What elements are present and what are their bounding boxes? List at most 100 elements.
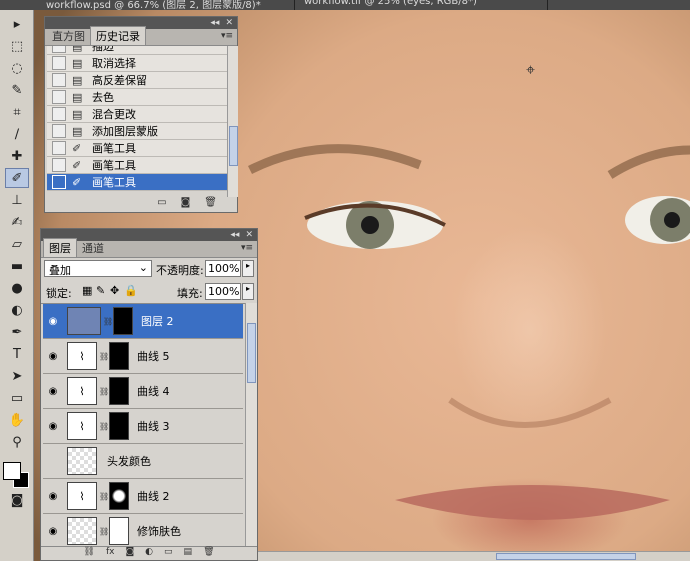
document-icon: ▤: [72, 46, 83, 53]
layer-thumbnail: [67, 307, 101, 335]
history-list: ▤ 描边 ▤ 取消选择 ▤ 高反差保留 ▤ 去色 ▤ 混合更改 ▤ 添加图层蒙版 ✐ 画笔工具…: [45, 46, 227, 197]
document-icon: ▤: [72, 107, 83, 121]
layers-scrollbar[interactable]: [245, 303, 257, 546]
eye-icon[interactable]: ◉: [45, 386, 61, 397]
new-document-icon[interactable]: ▭: [157, 197, 166, 212]
document-tabs: workflow.psd @ 66.7% (图层 2, 图层蒙版/8)* wor…: [0, 0, 690, 10]
layers-list: ◉ ⛓ 图层 2 ◉ ⌇ ⛓ 曲线 5 ◉ ⌇ ⛓ 曲线 4 ◉ ⌇ ⛓ 曲线 …: [41, 303, 245, 546]
panel-menu-icon[interactable]: ▾≡: [241, 243, 253, 253]
layer-row[interactable]: 头发颜色: [43, 444, 243, 479]
new-group-icon[interactable]: ▭: [164, 547, 173, 560]
eye-icon[interactable]: ◉: [45, 421, 61, 432]
snapshot-icon[interactable]: ◙: [181, 197, 191, 212]
history-scrollbar[interactable]: [227, 46, 238, 197]
brush-icon: ✐: [72, 141, 82, 155]
link-icon: ⛓: [103, 316, 114, 326]
history-item-current[interactable]: ✐ 画笔工具: [47, 174, 227, 191]
stamp-icon[interactable]: ⊥: [5, 190, 29, 210]
trash-icon[interactable]: 🗑: [203, 547, 214, 560]
path-select-icon[interactable]: ➤: [5, 366, 29, 386]
layer-mask-thumbnail[interactable]: [109, 482, 129, 510]
tab-channels[interactable]: 通道: [77, 239, 109, 257]
fill-slider-button[interactable]: ▸: [242, 283, 254, 300]
eraser-icon[interactable]: ▱: [5, 234, 29, 254]
eye-icon[interactable]: ◉: [45, 351, 61, 362]
layer-row[interactable]: ◉ ⌇ ⛓ 曲线 3: [43, 409, 243, 444]
lock-pixels-icon[interactable]: ✎: [96, 284, 105, 297]
brush-icon: ✐: [72, 175, 82, 189]
type-icon[interactable]: T: [5, 344, 29, 364]
history-footer: ▭ ◙ 🗑: [45, 197, 237, 212]
eye-icon[interactable]: ◉: [45, 526, 61, 537]
link-layers-icon[interactable]: ⛓: [84, 547, 95, 560]
layer-row[interactable]: ◉ ⌇ ⛓ 曲线 5: [43, 339, 243, 374]
document-icon: ▤: [72, 90, 83, 104]
canvas-horizontal-scrollbar[interactable]: [258, 551, 690, 561]
layer-row[interactable]: ◉ ⛓ 图层 2: [43, 304, 243, 339]
fx-icon[interactable]: fx: [106, 547, 115, 560]
history-item[interactable]: ▤ 描边: [47, 46, 227, 55]
zoom-icon[interactable]: ⚲: [5, 432, 29, 452]
layer-mask-thumbnail[interactable]: [113, 307, 133, 335]
quick-select-icon[interactable]: ✎: [5, 80, 29, 100]
blend-mode-select[interactable]: 叠加 ⌄: [44, 260, 152, 277]
history-item[interactable]: ▤ 取消选择: [47, 55, 227, 72]
layer-mask-thumbnail[interactable]: [109, 377, 129, 405]
history-brush-icon[interactable]: ✍: [5, 212, 29, 232]
adjustment-layer-icon[interactable]: ◐: [145, 547, 153, 560]
foreground-color-swatch[interactable]: [3, 462, 21, 480]
tab-layers[interactable]: 图层: [43, 238, 77, 257]
move-icon[interactable]: ▸: [5, 14, 29, 34]
pen-icon[interactable]: ✒: [5, 322, 29, 342]
eyedropper-icon[interactable]: ∕: [5, 124, 29, 144]
lock-all-icon[interactable]: 🔒: [124, 284, 138, 297]
layer-row[interactable]: ◉ ⌇ ⛓ 曲线 2: [43, 479, 243, 514]
layer-mask-thumbnail[interactable]: [109, 517, 129, 545]
collapse-icon[interactable]: ◂◂: [230, 230, 239, 240]
layers-panel: ◂◂ ✕ 图层 通道 ▾≡ 叠加 ⌄ 不透明度: 100% ▸ 锁定: ▦ ✎ ✥ …: [40, 228, 258, 561]
lock-transparency-icon[interactable]: ▦: [82, 284, 92, 297]
opacity-slider-button[interactable]: ▸: [242, 260, 254, 277]
brush-icon[interactable]: ✐: [5, 168, 29, 188]
tab-history[interactable]: 历史记录: [90, 26, 146, 45]
layer-mask-thumbnail[interactable]: [109, 342, 129, 370]
layer-row[interactable]: ◉ ⛓ 修饰肤色: [43, 514, 243, 546]
tab-histogram[interactable]: 直方图: [47, 27, 90, 45]
close-icon[interactable]: ✕: [245, 230, 253, 240]
quick-mask-icon[interactable]: ◙: [5, 490, 29, 510]
doc-tab-workflow-tif[interactable]: workflow.tif @ 25% (eyes, RGB/8*): [298, 0, 548, 10]
curves-adjustment-icon: ⌇: [67, 342, 97, 370]
history-item[interactable]: ✐ 画笔工具: [47, 140, 227, 157]
hand-icon[interactable]: ✋: [5, 410, 29, 430]
blur-icon[interactable]: ●: [5, 278, 29, 298]
close-icon[interactable]: ✕: [225, 18, 233, 28]
opacity-input[interactable]: 100%: [205, 260, 241, 277]
trash-icon[interactable]: 🗑: [204, 197, 217, 212]
gradient-icon[interactable]: ▬: [5, 256, 29, 276]
eye-icon[interactable]: ◉: [45, 491, 61, 502]
add-mask-icon[interactable]: ◙: [125, 547, 134, 560]
curves-adjustment-icon: ⌇: [67, 412, 97, 440]
doc-tab-workflow-psd[interactable]: workflow.psd @ 66.7% (图层 2, 图层蒙版/8)*: [40, 0, 295, 10]
link-icon: ⛓: [99, 351, 110, 361]
eye-icon[interactable]: ◉: [45, 316, 61, 327]
fill-input[interactable]: 100%: [205, 283, 241, 300]
layer-mask-thumbnail[interactable]: [109, 412, 129, 440]
layer-thumbnail: [67, 447, 97, 475]
crop-icon[interactable]: ⌗: [5, 102, 29, 122]
history-item[interactable]: ✐ 画笔工具: [47, 157, 227, 174]
history-item[interactable]: ▤ 添加图层蒙版: [47, 123, 227, 140]
lock-position-icon[interactable]: ✥: [110, 284, 119, 297]
new-layer-icon[interactable]: ▤: [184, 547, 193, 560]
marquee-icon[interactable]: ⬚: [5, 36, 29, 56]
history-item[interactable]: ▤ 去色: [47, 89, 227, 106]
layer-row[interactable]: ◉ ⌇ ⛓ 曲线 4: [43, 374, 243, 409]
history-item[interactable]: ▤ 高反差保留: [47, 72, 227, 89]
history-item[interactable]: ▤ 混合更改: [47, 106, 227, 123]
panel-menu-icon[interactable]: ▾≡: [221, 31, 233, 41]
shape-icon[interactable]: ▭: [5, 388, 29, 408]
dodge-icon[interactable]: ◐: [5, 300, 29, 320]
collapse-icon[interactable]: ◂◂: [210, 18, 219, 28]
lasso-icon[interactable]: ◌: [5, 58, 29, 78]
heal-icon[interactable]: ✚: [5, 146, 29, 166]
